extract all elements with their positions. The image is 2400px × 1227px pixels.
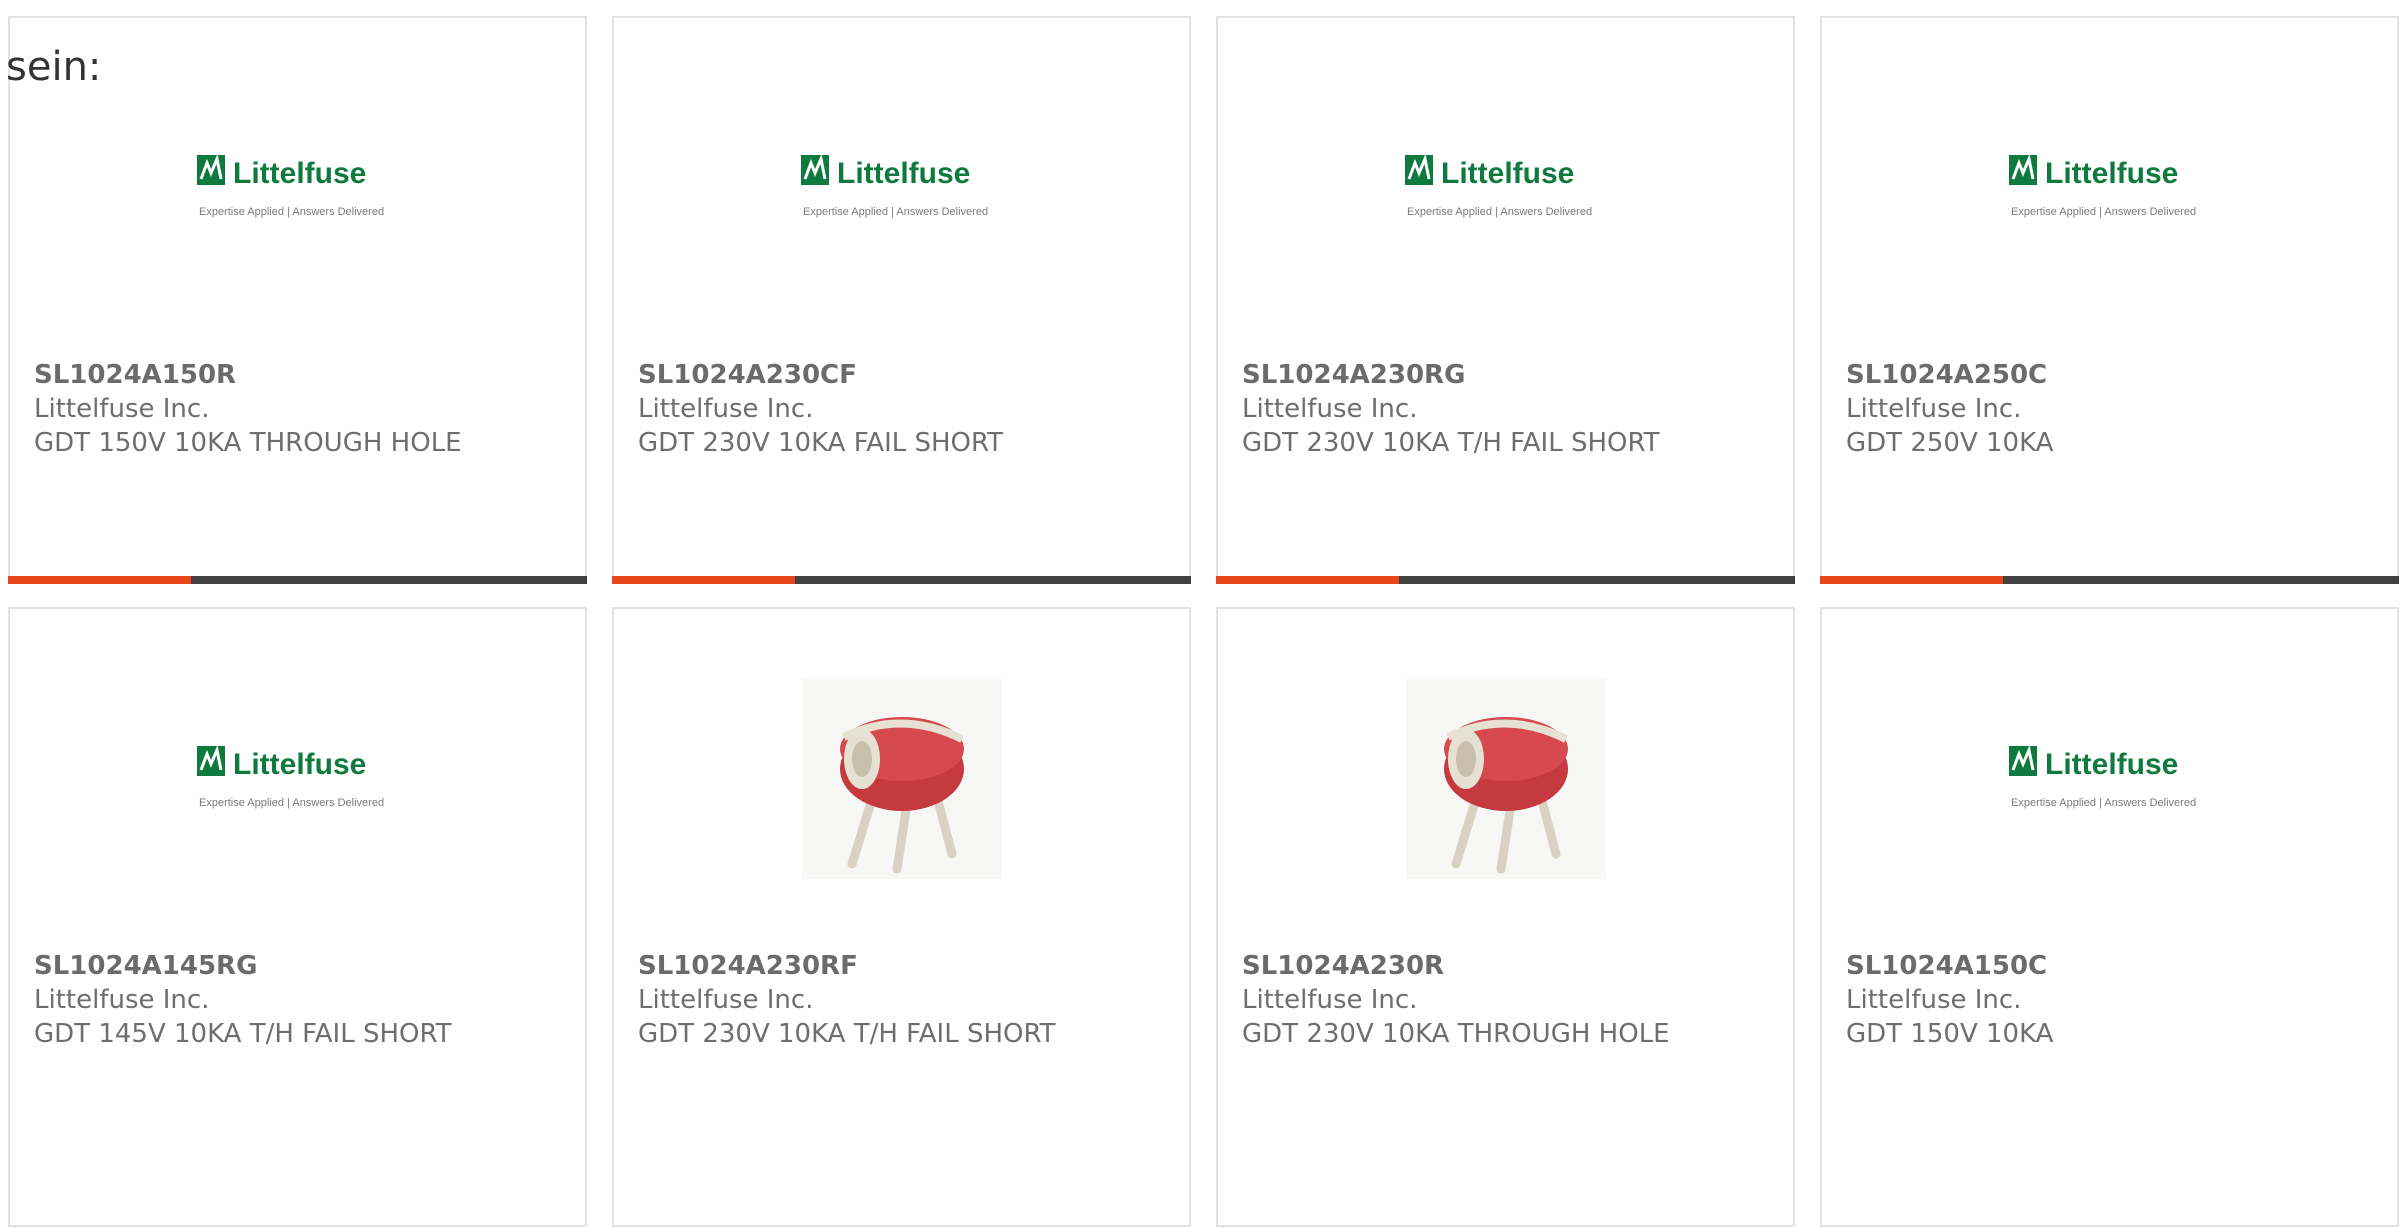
product-image (614, 679, 1189, 879)
card-accent-bar (612, 576, 1191, 584)
product-info: SL1024A150R Littelfuse Inc. GDT 150V 10KA … (34, 358, 462, 460)
littelfuse-logo: Littelfuse Expertise Applied | Answers D… (1404, 153, 1592, 218)
part-number[interactable]: SL1024A230RG (1242, 358, 1660, 392)
card-accent-bar (1216, 576, 1795, 584)
gdt-component-image (1405, 679, 1606, 879)
svg-text:Littelfuse: Littelfuse (2045, 748, 2178, 781)
product-info: SL1024A230R Littelfuse Inc. GDT 230V 10KA … (1242, 949, 1670, 1051)
part-number[interactable]: SL1024A230R (1242, 949, 1670, 983)
manufacturer: Littelfuse Inc. (34, 985, 210, 1015)
littelfuse-logo: Littelfuse Expertise Applied | Answers D… (800, 153, 988, 218)
product-info: SL1024A230RG Littelfuse Inc. GDT 230V 10KA… (1242, 358, 1660, 460)
svg-text:Expertise Applied | Answers De: Expertise Applied | Answers Delivered (1407, 206, 1592, 218)
description: GDT 150V 10KA THROUGH HOLE (34, 428, 462, 458)
manufacturer: Littelfuse Inc. (1242, 394, 1418, 424)
product-card[interactable]: Littelfuse Expertise Applied | Answers D… (1216, 16, 1795, 584)
svg-text:Littelfuse: Littelfuse (2045, 157, 2178, 190)
product-card[interactable]: Littelfuse Expertise Applied | Answers D… (8, 16, 587, 584)
product-image: Littelfuse Expertise Applied | Answers D… (1218, 88, 1793, 288)
product-card[interactable]: SL1024A230RF Littelfuse Inc. GDT 230V 10KA… (612, 607, 1191, 1227)
part-number[interactable]: SL1024A250C (1846, 358, 2053, 392)
product-card[interactable]: Littelfuse Expertise Applied | Answers D… (8, 607, 587, 1227)
card-accent-highlight (8, 576, 191, 584)
description: GDT 230V 10KA THROUGH HOLE (1242, 1019, 1670, 1049)
littelfuse-logo: Littelfuse Expertise Applied | Answers D… (2008, 744, 2196, 809)
card-accent-bar (1820, 576, 2399, 584)
svg-text:Littelfuse: Littelfuse (233, 748, 366, 781)
product-grid: Littelfuse Expertise Applied | Answers D… (8, 16, 2399, 1227)
part-number[interactable]: SL1024A150C (1846, 949, 2053, 983)
product-image (1218, 679, 1793, 879)
svg-text:Littelfuse: Littelfuse (1441, 157, 1574, 190)
gdt-component-image (801, 679, 1002, 879)
manufacturer: Littelfuse Inc. (638, 985, 814, 1015)
card-accent-highlight (612, 576, 795, 584)
description: GDT 150V 10KA (1846, 1019, 2054, 1049)
product-image: Littelfuse Expertise Applied | Answers D… (10, 88, 585, 288)
product-card[interactable]: SL1024A230R Littelfuse Inc. GDT 230V 10KA … (1216, 607, 1795, 1227)
part-number[interactable]: SL1024A150R (34, 358, 462, 392)
part-number[interactable]: SL1024A230RF (638, 949, 1056, 983)
description: GDT 230V 10KA T/H FAIL SHORT (1242, 428, 1660, 458)
card-accent-highlight (1820, 576, 2003, 584)
product-info: SL1024A250C Littelfuse Inc. GDT 250V 10KA (1846, 358, 2053, 460)
product-info: SL1024A150C Littelfuse Inc. GDT 150V 10KA (1846, 949, 2053, 1051)
product-image: Littelfuse Expertise Applied | Answers D… (614, 88, 1189, 288)
product-info: SL1024A230RF Littelfuse Inc. GDT 230V 10KA… (638, 949, 1056, 1051)
description: GDT 250V 10KA (1846, 428, 2054, 458)
littelfuse-logo: Littelfuse Expertise Applied | Answers D… (196, 153, 384, 218)
product-image: Littelfuse Expertise Applied | Answers D… (1822, 88, 2397, 288)
intro-text: sein: (6, 44, 102, 90)
manufacturer: Littelfuse Inc. (1242, 985, 1418, 1015)
svg-text:Littelfuse: Littelfuse (837, 157, 970, 190)
svg-text:Littelfuse: Littelfuse (233, 157, 366, 190)
part-number[interactable]: SL1024A230CF (638, 358, 1003, 392)
svg-text:Expertise Applied | Answers De: Expertise Applied | Answers Delivered (199, 797, 384, 809)
product-card[interactable]: Littelfuse Expertise Applied | Answers D… (1820, 16, 2399, 584)
svg-text:Expertise Applied | Answers De: Expertise Applied | Answers Delivered (2011, 206, 2196, 218)
manufacturer: Littelfuse Inc. (1846, 394, 2022, 424)
product-info: SL1024A230CF Littelfuse Inc. GDT 230V 10KA… (638, 358, 1003, 460)
part-number[interactable]: SL1024A145RG (34, 949, 452, 983)
product-info: SL1024A145RG Littelfuse Inc. GDT 145V 10KA… (34, 949, 452, 1051)
svg-text:Expertise Applied | Answers De: Expertise Applied | Answers Delivered (2011, 797, 2196, 809)
littelfuse-logo: Littelfuse Expertise Applied | Answers D… (196, 744, 384, 809)
svg-text:Expertise Applied | Answers De: Expertise Applied | Answers Delivered (803, 206, 988, 218)
product-image: Littelfuse Expertise Applied | Answers D… (1822, 679, 2397, 879)
manufacturer: Littelfuse Inc. (638, 394, 814, 424)
manufacturer: Littelfuse Inc. (1846, 985, 2022, 1015)
description: GDT 230V 10KA FAIL SHORT (638, 428, 1004, 458)
card-accent-highlight (1216, 576, 1399, 584)
littelfuse-logo: Littelfuse Expertise Applied | Answers D… (2008, 153, 2196, 218)
product-image: Littelfuse Expertise Applied | Answers D… (10, 679, 585, 879)
description: GDT 230V 10KA T/H FAIL SHORT (638, 1019, 1056, 1049)
description: GDT 145V 10KA T/H FAIL SHORT (34, 1019, 452, 1049)
product-card[interactable]: Littelfuse Expertise Applied | Answers D… (612, 16, 1191, 584)
svg-text:Expertise Applied | Answers De: Expertise Applied | Answers Delivered (199, 206, 384, 218)
card-accent-bar (8, 576, 587, 584)
product-card[interactable]: Littelfuse Expertise Applied | Answers D… (1820, 607, 2399, 1227)
manufacturer: Littelfuse Inc. (34, 394, 210, 424)
